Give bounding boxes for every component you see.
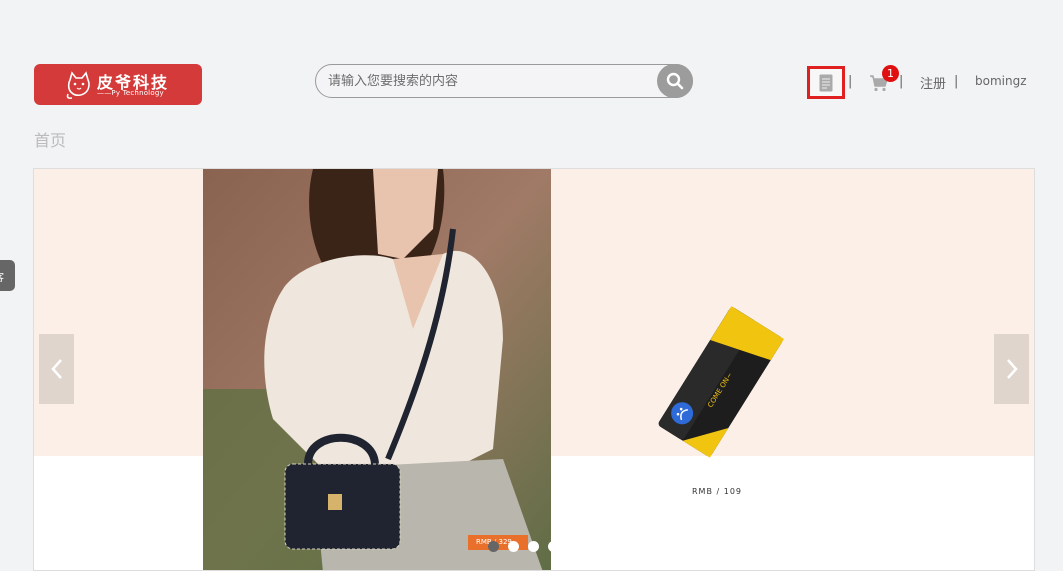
chevron-left-icon: [50, 359, 62, 379]
breadcrumb-home[interactable]: 首页: [34, 127, 66, 151]
document-icon: [819, 74, 833, 91]
carousel-dot[interactable]: [508, 541, 519, 552]
carousel-prev-button[interactable]: [39, 334, 74, 404]
carousel-indicators: [488, 541, 559, 552]
carousel-dot[interactable]: [528, 541, 539, 552]
register-link[interactable]: 注册: [920, 73, 946, 92]
user-link[interactable]: bomingz: [975, 74, 1027, 88]
separator: |: [848, 74, 853, 89]
document-button[interactable]: [807, 66, 845, 99]
side-tab-label: 客: [0, 269, 4, 284]
banner-carousel: COME ON~ RMB / 109 RMB 329: [33, 168, 1035, 571]
separator: |: [954, 74, 959, 89]
model-photo: RMB / 329: [203, 169, 551, 570]
cart-count-badge: 1: [882, 65, 899, 82]
search-button[interactable]: [657, 64, 693, 98]
product-price: RMB / 109: [692, 487, 742, 496]
separator: |: [899, 74, 904, 89]
chevron-right-icon: [1006, 359, 1018, 379]
wallet-product-image: COME ON~: [658, 306, 784, 458]
side-service-tab[interactable]: 客: [0, 260, 15, 291]
model-photo-art: [203, 169, 551, 570]
carousel-dot[interactable]: [488, 541, 499, 552]
logo-subtitle: ——Py Technology: [97, 89, 164, 97]
search-icon: [666, 72, 684, 90]
search-input[interactable]: [326, 73, 650, 90]
cat-logo-icon: [66, 71, 90, 99]
carousel-dot[interactable]: [548, 541, 559, 552]
brand-logo[interactable]: 皮爷科技 ——Py Technology: [34, 64, 202, 105]
carousel-next-button[interactable]: [994, 334, 1029, 404]
search-bar: [315, 64, 693, 98]
